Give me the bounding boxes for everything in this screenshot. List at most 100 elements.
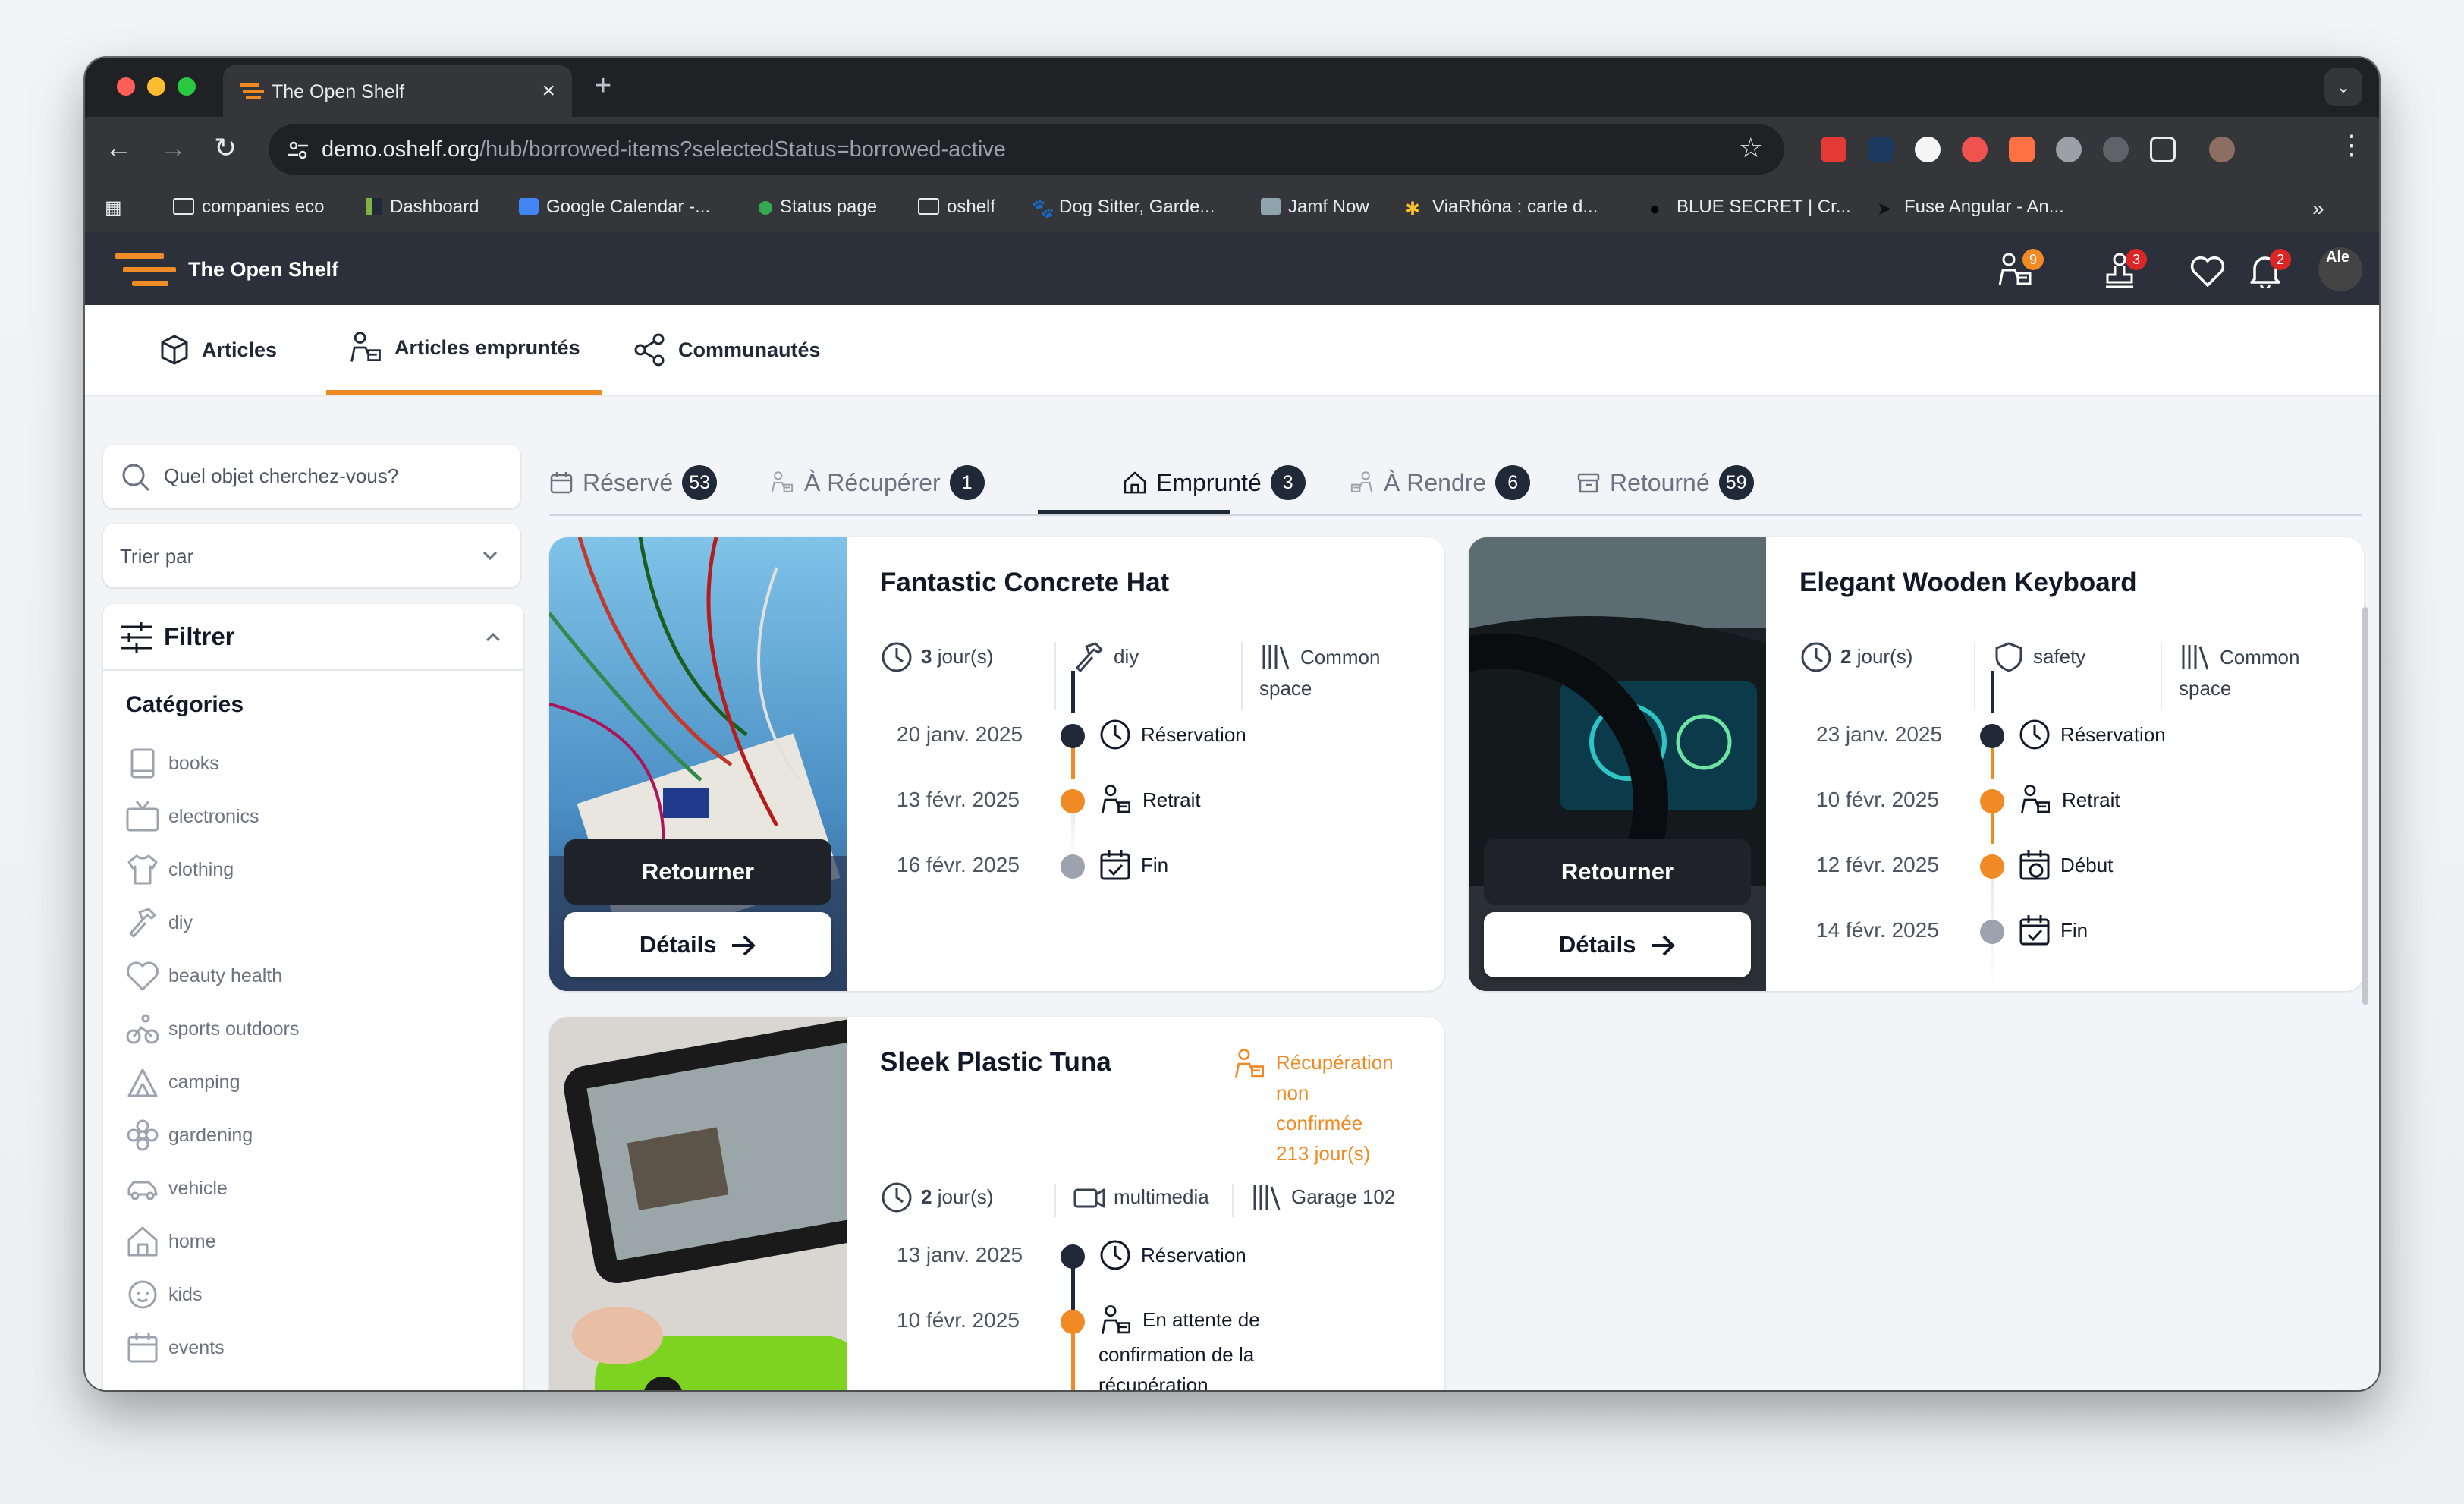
timeline-event: Retrait — [1098, 783, 1201, 817]
clock-icon — [1100, 719, 1130, 750]
meta-divider — [1974, 642, 1975, 710]
arrow-right-icon — [1652, 935, 1675, 956]
item-location: Common space — [2179, 640, 2299, 700]
status-tab-reserve[interactable]: Réservé 53 — [549, 460, 718, 505]
filter-header[interactable]: Filtrer — [103, 604, 523, 671]
tab-communautes[interactable]: Communautés — [633, 305, 821, 395]
close-window-button[interactable] — [117, 77, 135, 96]
category-label: diy — [168, 911, 193, 933]
item-card: Sleek Plastic Tuna Récupération non conf… — [549, 1017, 1444, 1390]
bookmark-item[interactable]: Jamf Now — [1261, 197, 1369, 218]
category-events[interactable]: events — [126, 1331, 225, 1364]
apps-grid-icon[interactable]: ▦ — [105, 197, 122, 219]
category-kids[interactable]: kids — [126, 1278, 202, 1311]
lent-items-icon[interactable]: 3 — [2101, 249, 2147, 292]
profile-avatar-icon[interactable] — [2209, 137, 2235, 162]
bookmark-item[interactable]: ➤ Fuse Angular - An... — [1877, 197, 2064, 219]
tab-articles[interactable]: Articles — [158, 305, 277, 395]
status-tab-a-rendre[interactable]: À Rendre 6 — [1349, 460, 1531, 505]
category-value: diy — [1114, 645, 1139, 668]
content-scrollbar[interactable] — [2362, 607, 2368, 1005]
new-tab-button[interactable]: + — [595, 70, 611, 102]
tab-articles-empruntes[interactable]: Articles empruntés — [326, 305, 602, 395]
category-books[interactable]: books — [126, 747, 219, 780]
tab-articles-label: Articles — [202, 338, 278, 361]
warning-line: confirmée — [1276, 1112, 1363, 1134]
folder-icon — [173, 198, 194, 215]
address-bar[interactable]: demo.oshelf.org/hub/borrowed-items?selec… — [269, 124, 1784, 175]
more-bookmarks-icon[interactable]: » — [2312, 197, 2324, 221]
hammer-icon — [129, 908, 156, 938]
browser-tab[interactable]: The Open Shelf × — [223, 65, 572, 117]
category-beauty-health[interactable]: beauty health — [126, 959, 282, 993]
item-title[interactable]: Elegant Wooden Keyboard — [1799, 568, 2137, 598]
return-button[interactable]: Retourner — [1484, 839, 1751, 905]
timeline-event: Fin — [1098, 848, 1168, 882]
search-input[interactable]: Quel objet cherchez-vous? — [103, 445, 520, 508]
folder-icon — [918, 198, 939, 215]
status-tab-emprunte[interactable]: Emprunté 3 — [1123, 460, 1306, 505]
warning-line: Récupération — [1276, 1051, 1394, 1074]
sort-select[interactable]: Trier par — [103, 524, 520, 587]
favorites-heart-icon[interactable] — [2189, 255, 2226, 291]
status-tab-a-recuperer[interactable]: À Récupérer 1 — [769, 460, 985, 505]
timeline-connector — [1071, 1267, 1075, 1310]
duration-number: 2 — [1840, 645, 1852, 668]
details-button[interactable]: Détails — [1484, 912, 1751, 977]
extension-icon[interactable] — [1821, 137, 1846, 162]
item-category: multimedia — [1073, 1181, 1209, 1214]
minimize-window-button[interactable] — [147, 77, 165, 96]
bookmark-folder[interactable]: companies eco — [173, 197, 324, 218]
category-vehicle[interactable]: vehicle — [126, 1172, 228, 1205]
category-electronics[interactable]: electronics — [126, 800, 259, 833]
brand-name[interactable]: The Open Shelf — [188, 258, 338, 282]
user-avatar[interactable]: Ale — [2318, 247, 2362, 291]
category-home[interactable]: home — [126, 1225, 216, 1258]
bookmark-folder[interactable]: oshelf — [918, 197, 995, 218]
chevron-up-icon[interactable] — [482, 627, 504, 648]
category-clothing[interactable]: clothing — [126, 853, 234, 886]
details-button[interactable]: Détails — [564, 912, 831, 977]
notifications-bell-icon[interactable]: 2 — [2249, 249, 2291, 292]
category-camping[interactable]: camping — [126, 1065, 240, 1099]
status-tab-retourne[interactable]: Retourné 59 — [1576, 460, 1754, 505]
item-category: safety — [1992, 640, 2085, 674]
extension-icon[interactable] — [1962, 137, 1988, 162]
item-title[interactable]: Sleek Plastic Tuna — [880, 1047, 1111, 1078]
oshelf-logo-icon[interactable] — [115, 252, 176, 288]
close-tab-icon[interactable]: × — [542, 78, 555, 104]
bookmark-label: Jamf Now — [1288, 197, 1369, 217]
category-gardening[interactable]: gardening — [126, 1119, 253, 1152]
duration-unit: jour(s) — [937, 645, 994, 668]
item-title[interactable]: Fantastic Concrete Hat — [880, 568, 1169, 598]
bookmark-star-icon[interactable]: ☆ — [1739, 132, 1763, 164]
timeline-date: 12 févr. 2025 — [1816, 853, 1939, 876]
reload-icon[interactable]: ↻ — [214, 132, 237, 164]
bookmark-item[interactable]: Status page — [759, 197, 877, 218]
category-diy[interactable]: diy — [126, 906, 193, 939]
borrowed-items-icon[interactable]: 9 — [1995, 249, 2044, 292]
extension-icon[interactable] — [2103, 137, 2129, 162]
bookmark-item[interactable]: Dashboard — [366, 197, 479, 218]
settings-extension-icon[interactable] — [2056, 137, 2082, 162]
bookmark-item[interactable]: ✱ ViaRhôna : carte d... — [1405, 197, 1598, 219]
forward-icon[interactable]: → — [159, 132, 187, 164]
return-button[interactable]: Retourner — [564, 839, 831, 905]
zoom-window-button[interactable] — [178, 77, 196, 96]
extensions-puzzle-icon[interactable] — [2150, 137, 2176, 162]
browser-menu-icon[interactable]: ⋮ — [2338, 129, 2365, 161]
bookmark-item[interactable]: ● BLUE SECRET | Cr... — [1649, 197, 1851, 219]
extension-icon[interactable] — [1868, 137, 1894, 162]
tab-search-button[interactable]: ⌄ — [2324, 68, 2362, 106]
site-settings-icon[interactable] — [287, 140, 310, 161]
item-location: Garage 102 — [1250, 1181, 1395, 1214]
timeline-event: Retrait — [2018, 783, 2120, 817]
bookmark-item[interactable]: Google Calendar -... — [519, 197, 710, 218]
extension-icon[interactable] — [1915, 137, 1941, 162]
extension-icon[interactable] — [2009, 137, 2035, 162]
category-sports-outdoors[interactable]: sports outdoors — [126, 1012, 299, 1046]
bookmark-item[interactable]: 🐾 Dog Sitter, Garde... — [1032, 197, 1215, 219]
back-icon[interactable]: ← — [105, 132, 132, 164]
home-icon — [127, 1226, 158, 1257]
status-tab-label: Retourné — [1610, 468, 1710, 496]
